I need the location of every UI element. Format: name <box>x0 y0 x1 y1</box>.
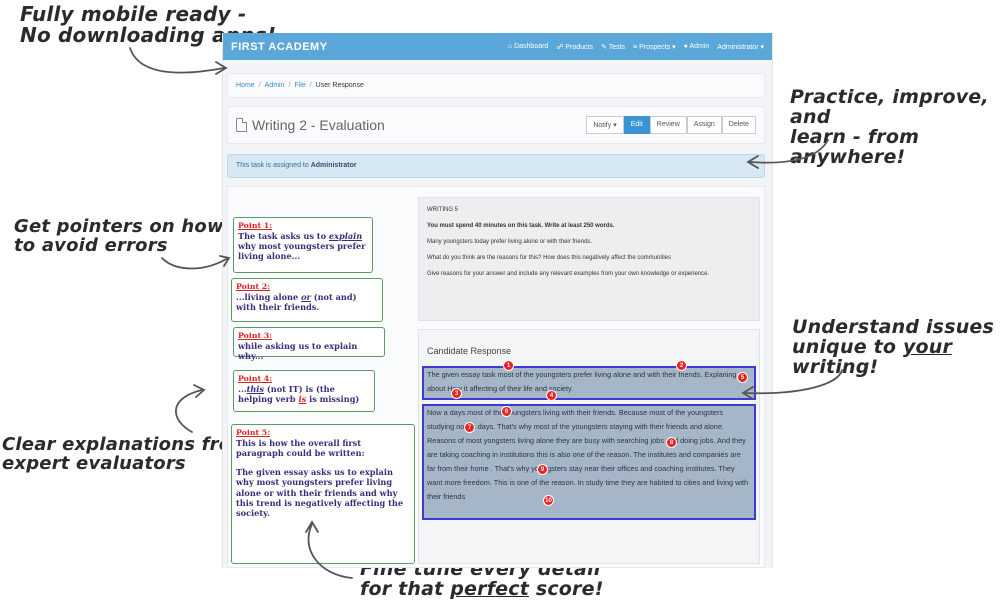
arrow-explanations-head <box>193 384 206 398</box>
error-marker-9[interactable]: 9 <box>537 464 548 475</box>
error-marker-1[interactable]: 1 <box>503 360 514 371</box>
document-icon <box>236 118 247 132</box>
error-marker-4[interactable]: 4 <box>546 390 557 401</box>
point-card-4: Point 4: ...this (not IT) is (the helpin… <box>233 370 375 412</box>
callout-explanations: Clear explanations from expert evaluator… <box>2 434 251 474</box>
crumb-file[interactable]: File <box>294 82 305 89</box>
response-paragraph-1[interactable]: The given essay task most of the youngst… <box>422 366 756 400</box>
task-prompt-2: What do you think are the reasons for th… <box>427 255 672 262</box>
point-card-3: Point 3: while asking us to explain why.… <box>233 327 385 361</box>
nav-products[interactable]: ☍ Products <box>556 43 593 51</box>
response-title: Candidate Response <box>427 346 512 356</box>
action-buttons: Notify ▾ Edit Review Assign Delete <box>586 116 756 134</box>
crumb-admin[interactable]: Admin <box>265 82 285 89</box>
point-card-2: Point 2: ...living alone or (not and) wi… <box>231 278 383 322</box>
callout-practice: Practice, improve, and learn - from anyw… <box>790 86 989 168</box>
arrow-pointers <box>161 257 229 270</box>
task-heading: WRITING 5 <box>427 207 458 213</box>
error-marker-7[interactable]: 7 <box>464 422 475 433</box>
app-window: FIRST ACADEMY ⌂ Dashboard ☍ Products ✎ T… <box>222 33 773 568</box>
title-bar: Writing 2 - Evaluation Notify ▾ Edit Rev… <box>227 106 765 144</box>
callout-issues: Understand issues unique to your writing… <box>792 316 995 378</box>
breadcrumb: Home / Admin / File / User Response <box>227 73 765 98</box>
review-button[interactable]: Review <box>649 116 687 134</box>
nav-dashboard[interactable]: ⌂ Dashboard <box>508 43 548 51</box>
nav-user-menu[interactable]: Administrator ▾ <box>717 43 764 51</box>
assign-button[interactable]: Assign <box>686 116 722 134</box>
evaluation-panel: Point 1: The task asks us to explain why… <box>227 186 765 568</box>
callout-pointers: Get pointers on how to avoid errors <box>14 216 224 256</box>
writing-task: WRITING 5 You must spend 40 minutes on t… <box>418 197 760 321</box>
arrow-explanations <box>175 389 203 433</box>
nav-admin[interactable]: ● Admin <box>684 43 710 51</box>
task-prompt-1: Many youngsters today prefer living alon… <box>427 239 593 246</box>
crumb-current: User Response <box>315 82 364 89</box>
candidate-response: Candidate Response The given essay task … <box>418 329 760 564</box>
crumb-home[interactable]: Home <box>236 82 255 89</box>
point-card-1: Point 1: The task asks us to explain why… <box>233 217 373 273</box>
error-marker-8[interactable]: 8 <box>666 437 677 448</box>
nav-menu: ⌂ Dashboard ☍ Products ✎ Tests ≡ Prospec… <box>508 43 764 51</box>
error-marker-3[interactable]: 3 <box>451 388 462 399</box>
arrow-mobile <box>129 47 225 74</box>
assignment-alert: This task is assigned to Administrator <box>227 154 765 178</box>
error-marker-2[interactable]: 2 <box>676 360 687 371</box>
response-paragraph-2[interactable]: Now a days most of the youngsters living… <box>422 404 756 520</box>
point-card-5: Point 5: This is how the overall first p… <box>231 424 415 564</box>
navbar: FIRST ACADEMY ⌂ Dashboard ☍ Products ✎ T… <box>223 33 772 60</box>
brand-logo[interactable]: FIRST ACADEMY <box>231 41 328 53</box>
error-marker-6[interactable]: 6 <box>501 406 512 417</box>
task-instruction: You must spend 40 minutes on this task. … <box>427 223 615 230</box>
nav-tests[interactable]: ✎ Tests <box>601 43 625 51</box>
error-marker-10[interactable]: 10 <box>543 495 554 506</box>
task-prompt-3: Give reasons for your answer and include… <box>427 271 710 278</box>
delete-button[interactable]: Delete <box>721 116 756 134</box>
notify-button[interactable]: Notify ▾ <box>586 116 624 134</box>
edit-button[interactable]: Edit <box>623 116 650 134</box>
page-title: Writing 2 - Evaluation <box>252 117 385 133</box>
error-marker-5[interactable]: 5 <box>737 372 748 383</box>
nav-prospects[interactable]: ≡ Prospects ▾ <box>633 43 676 51</box>
